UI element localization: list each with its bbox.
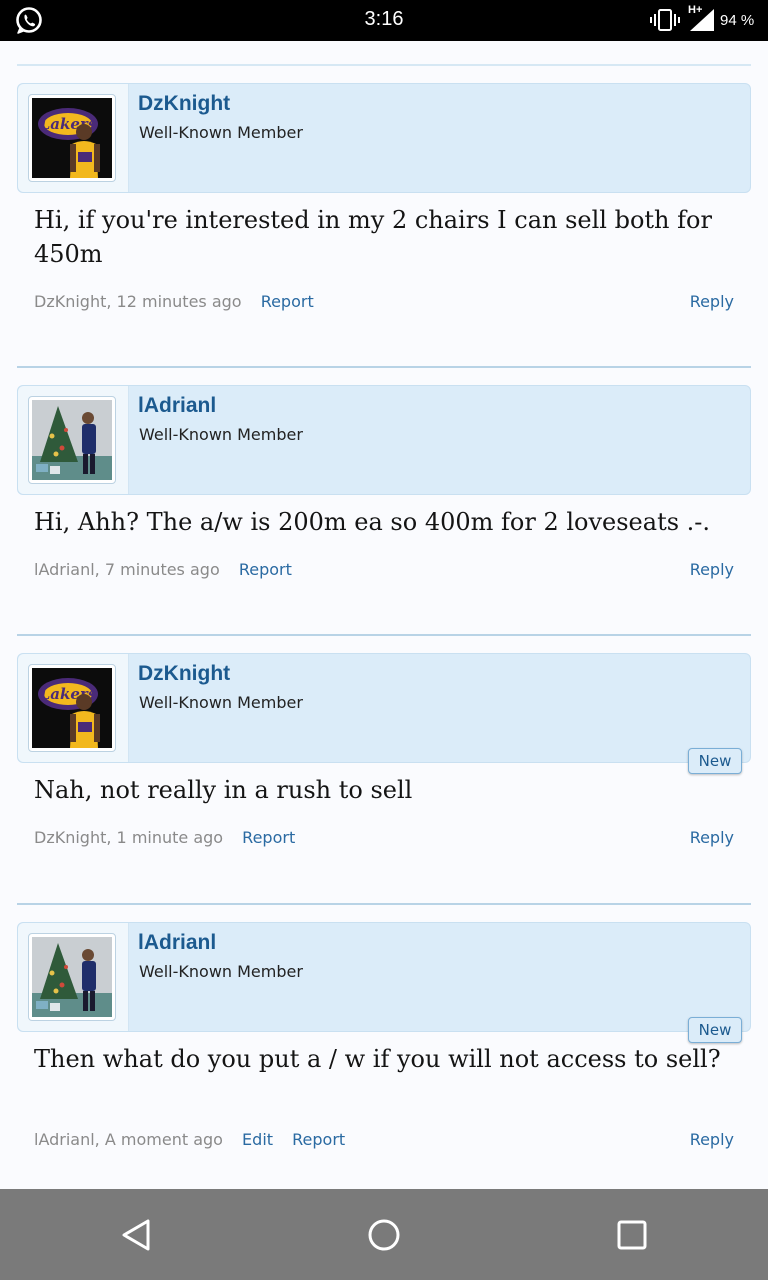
vibrate-icon [650, 9, 680, 31]
user-block: Lakers DzKnight Well-Known Member [17, 653, 751, 763]
edit-link[interactable]: Edit [242, 1130, 273, 1149]
post-meta: lAdrianl, A moment ago Edit Report [34, 1130, 345, 1149]
username[interactable]: DzKnight [138, 92, 230, 116]
report-link[interactable]: Report [242, 828, 295, 847]
user-title: Well-Known Member [139, 425, 303, 444]
avatar[interactable]: Lakers [28, 94, 116, 182]
post-separator [17, 366, 751, 368]
avatar-cell [18, 923, 129, 1031]
user-title: Well-Known Member [139, 123, 303, 142]
recents-icon[interactable] [614, 1217, 650, 1253]
meta-author[interactable]: lAdrianl, [34, 560, 100, 579]
post-meta: DzKnight, 12 minutes ago Report [34, 292, 314, 311]
new-badge: New [688, 1017, 742, 1043]
message-text: Then what do you put a / w if you will n… [34, 1045, 721, 1073]
reply-link[interactable]: Reply [690, 560, 734, 579]
status-bar: 3:16 H+ 94 % [0, 0, 768, 41]
back-icon[interactable] [118, 1217, 154, 1253]
meta-author[interactable]: DzKnight, [34, 292, 111, 311]
new-badge: New [688, 748, 742, 774]
post-separator [17, 634, 751, 636]
christmas-tree-photo-avatar [32, 400, 112, 480]
meta-time[interactable]: A moment ago [105, 1130, 223, 1149]
meta-author[interactable]: DzKnight, [34, 828, 111, 847]
divider [17, 64, 751, 66]
username[interactable]: DzKnight [138, 662, 230, 686]
post: lAdrianl Well-Known Member Hi, Ahh? The … [17, 366, 751, 606]
reply-link[interactable]: Reply [690, 292, 734, 311]
lakers-player-avatar: Lakers [32, 98, 112, 178]
post-separator [17, 903, 751, 905]
avatar-cell: Lakers [18, 654, 129, 762]
christmas-tree-photo-avatar [32, 937, 112, 1017]
report-link[interactable]: Report [239, 560, 292, 579]
reply-link[interactable]: Reply [690, 1130, 734, 1149]
username[interactable]: lAdrianl [138, 931, 216, 955]
username[interactable]: lAdrianl [138, 394, 216, 418]
user-block: lAdrianl Well-Known Member [17, 922, 751, 1032]
avatar[interactable]: Lakers [28, 664, 116, 752]
reply-link[interactable]: Reply [690, 828, 734, 847]
avatar-cell [18, 386, 129, 494]
post: lAdrianl Well-Known Member New Then what… [17, 903, 751, 1183]
avatar-cell: Lakers [18, 84, 129, 192]
post-meta: DzKnight, 1 minute ago Report [34, 828, 295, 847]
user-title: Well-Known Member [139, 962, 303, 981]
meta-time[interactable]: 7 minutes ago [105, 560, 220, 579]
post-meta: lAdrianl, 7 minutes ago Report [34, 560, 292, 579]
lakers-player-avatar: Lakers [32, 668, 112, 748]
meta-time[interactable]: 1 minute ago [117, 828, 224, 847]
message-text: Hi, Ahh? The a/w is 200m ea so 400m for … [34, 508, 711, 536]
navigation-bar [0, 1189, 768, 1280]
home-icon[interactable] [366, 1217, 402, 1253]
post: Lakers DzKnight Well-Known Member New Na… [17, 634, 751, 874]
report-link[interactable]: Report [261, 292, 314, 311]
user-block: Lakers DzKnight Well-Known Member [17, 83, 751, 193]
meta-time[interactable]: 12 minutes ago [117, 292, 242, 311]
signal-icon [690, 9, 714, 31]
post: Lakers DzKnight Well-Known Member Hi, if… [17, 83, 751, 333]
message-text: Hi, if you're interested in my 2 chairs … [34, 206, 712, 268]
battery-level: 94 % [720, 12, 755, 29]
avatar[interactable] [28, 933, 116, 1021]
message-text: Nah, not really in a rush to sell [34, 776, 413, 804]
avatar[interactable] [28, 396, 116, 484]
meta-author[interactable]: lAdrianl, [34, 1130, 100, 1149]
user-block: lAdrianl Well-Known Member [17, 385, 751, 495]
report-link[interactable]: Report [292, 1130, 345, 1149]
user-title: Well-Known Member [139, 693, 303, 712]
